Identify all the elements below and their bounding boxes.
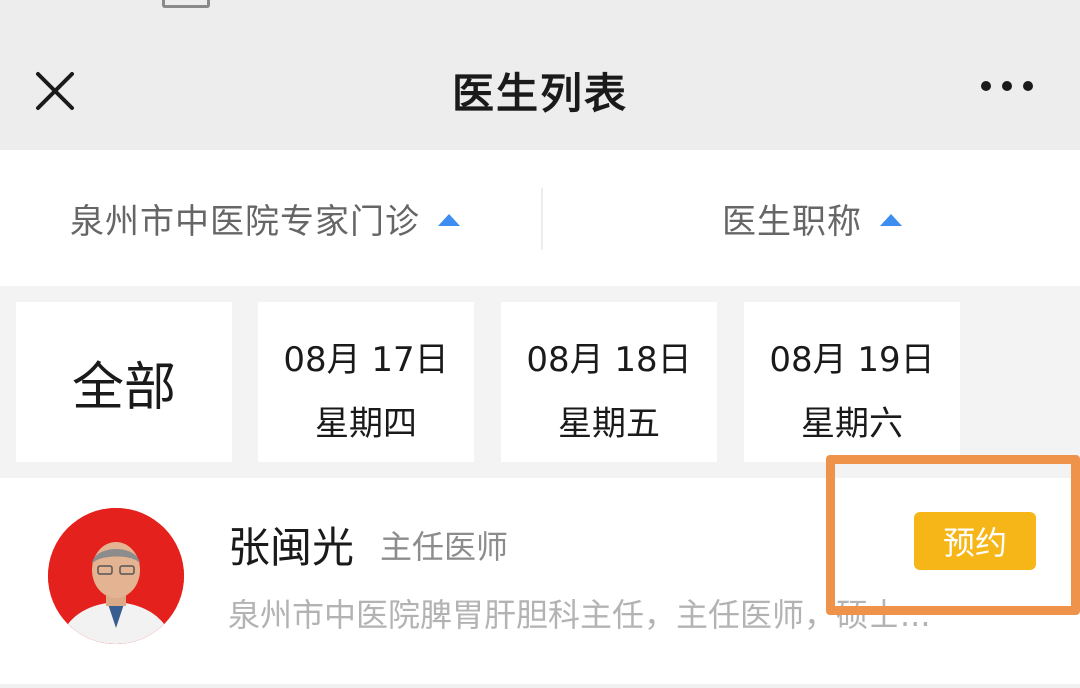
- date-selector: 全部 08月 17日 星期四 08月 18日 星期五 08月 19日 星期六: [0, 286, 1080, 478]
- date-label: 08月 18日: [526, 340, 692, 380]
- hospital-filter-label: 泉州市中医院专家门诊: [70, 201, 420, 242]
- caret-up-icon: [438, 214, 460, 226]
- caret-up-icon: [880, 214, 902, 226]
- date-label: 08月 17日: [283, 340, 449, 380]
- status-icon: [162, 0, 210, 8]
- doctor-description: 泉州市中医院脾胃肝胆科主任，主任医师，硕士...: [228, 596, 931, 634]
- more-button[interactable]: [972, 66, 1042, 106]
- row-divider: [0, 684, 1080, 688]
- weekday-label: 星期五: [558, 404, 660, 444]
- book-appointment-button[interactable]: 预约: [914, 512, 1036, 570]
- date-label: 08月 19日: [769, 340, 935, 380]
- date-tab[interactable]: 08月 18日 星期五: [501, 302, 717, 462]
- date-tab[interactable]: 08月 17日 星期四: [258, 302, 474, 462]
- status-bar: [0, 0, 1080, 14]
- doctor-name: 张闽光: [228, 523, 355, 572]
- avatar: [48, 508, 184, 644]
- doctor-title-filter-label: 医生职称: [722, 201, 862, 242]
- doctor-list-item[interactable]: 张闽光 主任医师 泉州市中医院脾胃肝胆科主任，主任医师，硕士... 预约: [0, 478, 1080, 684]
- title-bar: 医生列表: [0, 14, 1080, 150]
- page-title: 医生列表: [451, 69, 628, 118]
- hospital-filter[interactable]: 泉州市中医院专家门诊: [70, 190, 460, 246]
- doctor-photo: [48, 508, 184, 644]
- date-tab-all[interactable]: 全部: [16, 302, 232, 462]
- doctor-title: 主任医师: [380, 528, 509, 566]
- date-tab[interactable]: 08月 19日 星期六: [744, 302, 960, 462]
- more-icon: [981, 81, 1033, 91]
- date-tab-all-label: 全部: [71, 357, 176, 418]
- filter-bar: 泉州市中医院专家门诊 医生职称: [0, 150, 1080, 286]
- weekday-label: 星期四: [315, 404, 417, 444]
- weekday-label: 星期六: [801, 404, 903, 444]
- doctor-title-filter[interactable]: 医生职称: [722, 190, 902, 246]
- filter-divider: [541, 188, 543, 250]
